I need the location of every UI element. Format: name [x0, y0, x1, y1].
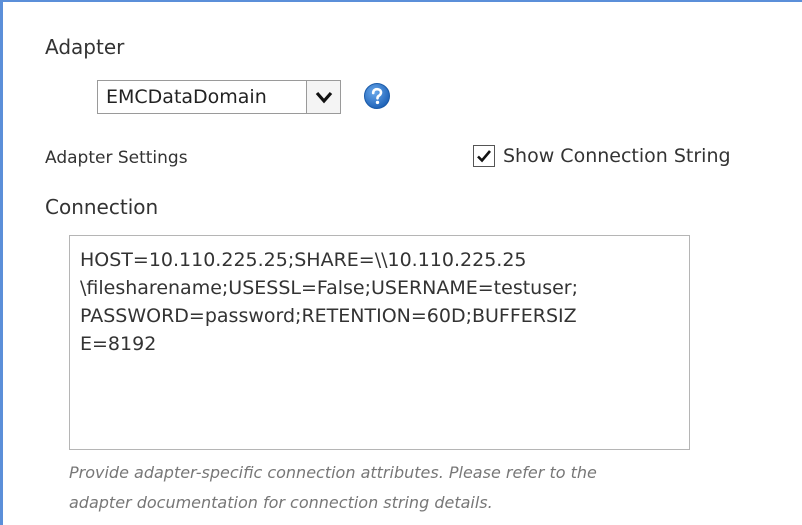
question-circle-icon[interactable]	[363, 82, 391, 110]
show-connection-checkbox[interactable]	[473, 145, 495, 167]
show-connection-label: Show Connection String	[503, 145, 731, 167]
connection-string-textarea[interactable]: HOST=10.110.225.25;SHARE=\\10.110.225.25…	[69, 235, 690, 450]
connection-help-line-2: adapter documentation for connection str…	[69, 493, 493, 512]
adapter-panel: Adapter EMCDataDomain Adapter Settings S…	[0, 0, 802, 525]
chevron-down-icon[interactable]	[306, 81, 340, 113]
checkmark-icon	[477, 150, 491, 163]
adapter-label: Adapter	[45, 35, 125, 59]
connection-label: Connection	[45, 195, 159, 219]
connection-help-line-1: Provide adapter-specific connection attr…	[69, 463, 597, 482]
adapter-select[interactable]: EMCDataDomain	[97, 80, 341, 114]
adapter-select-value: EMCDataDomain	[106, 86, 267, 108]
show-connection-toggle[interactable]: Show Connection String	[473, 145, 731, 167]
adapter-settings-label: Adapter Settings	[45, 148, 188, 168]
connection-help-text: Provide adapter-specific connection attr…	[69, 458, 769, 518]
